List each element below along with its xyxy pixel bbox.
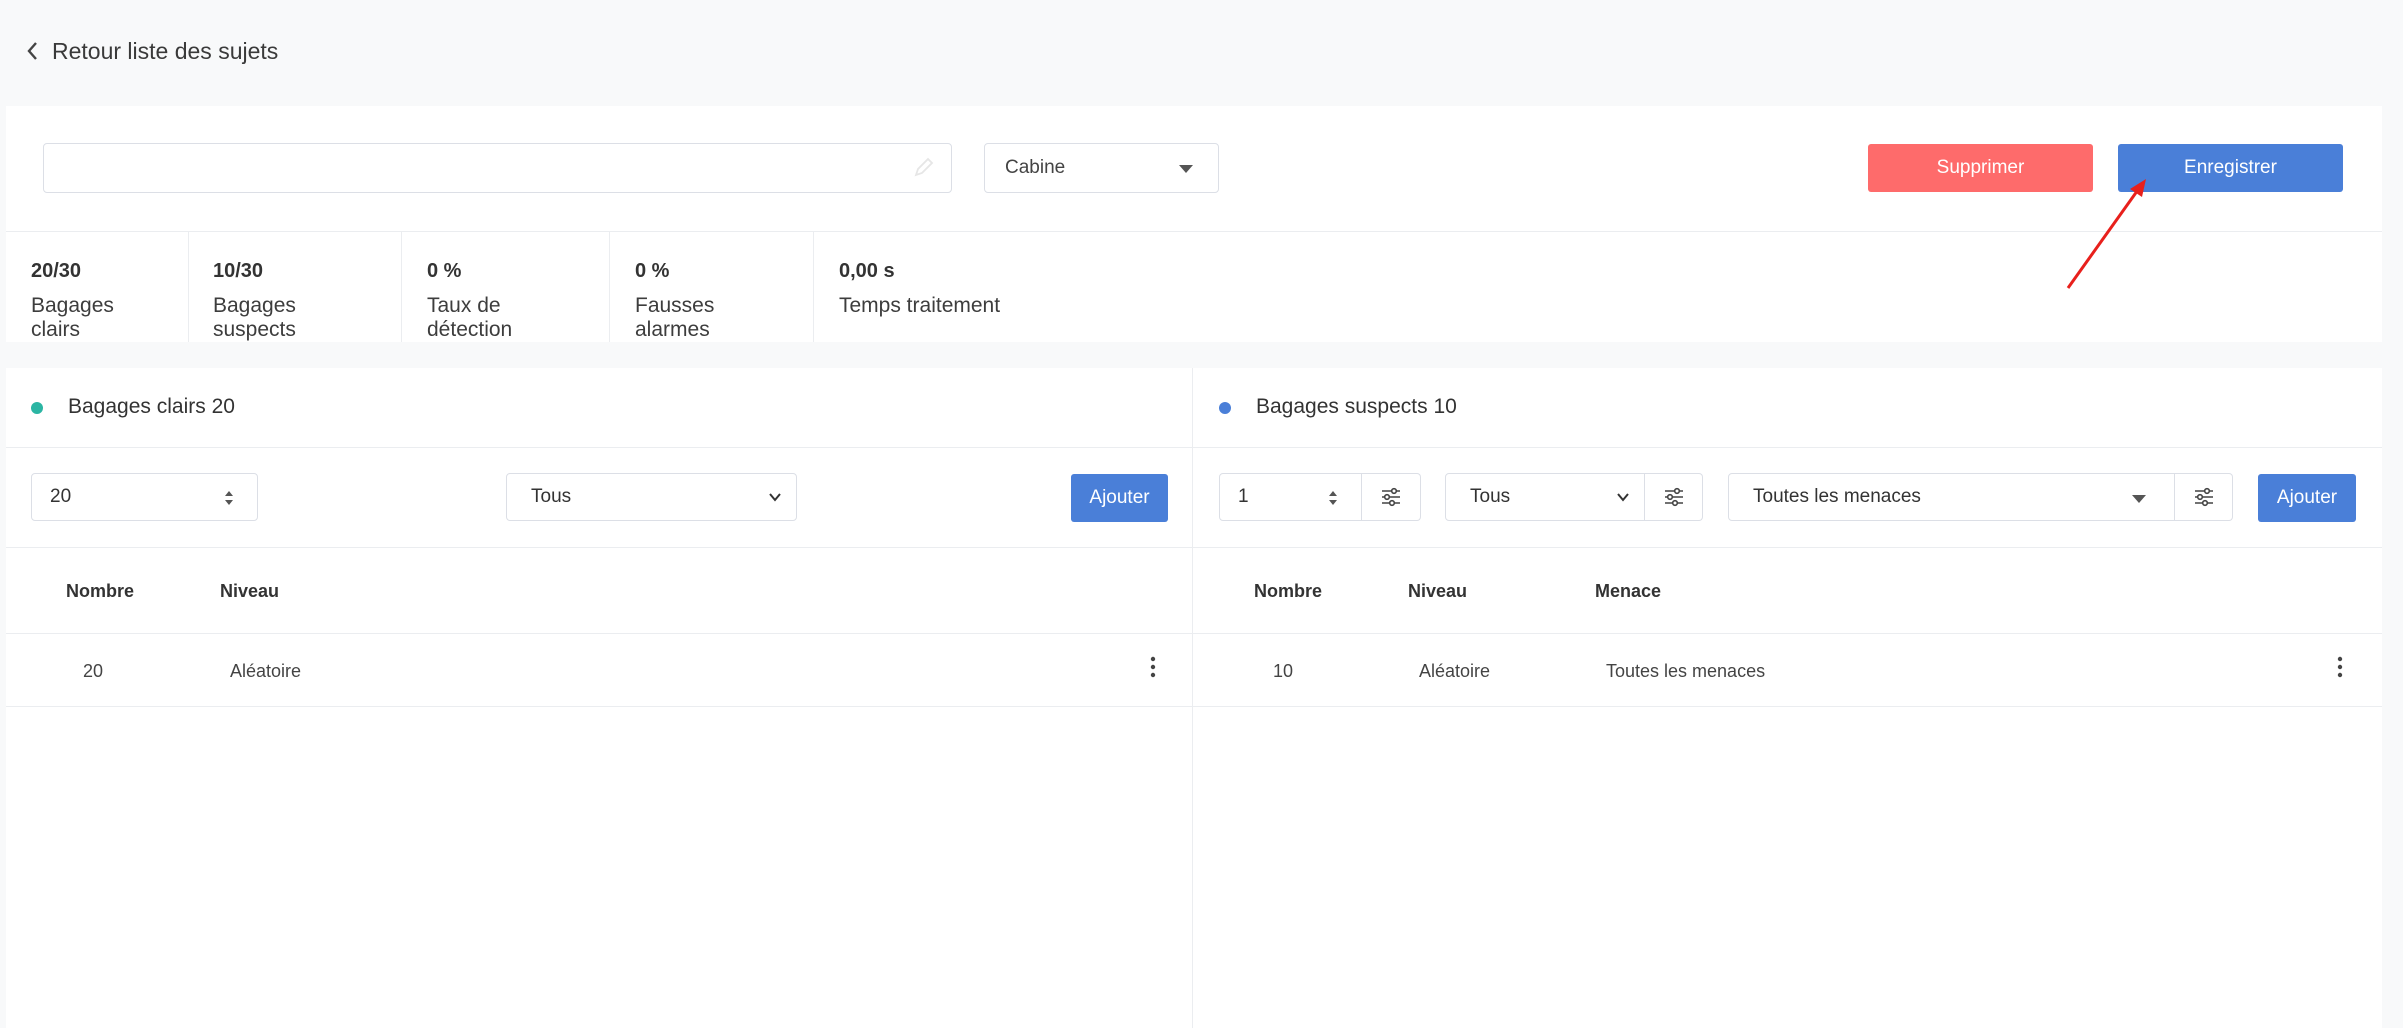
divider <box>1193 633 2382 634</box>
stat-bagages-clairs: 20/30 Bagages clairs <box>6 232 188 342</box>
caret-down-icon <box>1179 165 1193 173</box>
table-cell-nombre: 20 <box>83 661 104 681</box>
stat-value: 0 % <box>427 260 462 282</box>
stat-label: Taux de détection <box>427 294 513 341</box>
column-header-niveau: Niveau <box>220 581 280 601</box>
stat-value: 0,00 s <box>839 260 895 282</box>
pencil-icon[interactable] <box>912 155 936 179</box>
suspect-count-stepper[interactable]: 1 <box>1219 473 1362 521</box>
stat-temps-traitement: 0,00 s Temps traitement <box>814 232 1114 342</box>
divider <box>6 547 1192 548</box>
divider <box>1192 368 1193 1028</box>
table-cell-niveau: Aléatoire <box>230 661 302 681</box>
caret-down-icon <box>2132 495 2146 503</box>
save-button[interactable]: Enregistrer <box>2118 144 2343 192</box>
stat-label: Temps traitement <box>839 294 1001 317</box>
category-select[interactable]: Cabine <box>984 143 1219 193</box>
stat-label: Fausses alarmes <box>635 294 715 341</box>
threat-select[interactable]: Toutes les menaces <box>1728 473 2175 521</box>
suspect-count-value: 1 <box>1238 486 1249 507</box>
stat-label: Bagages clairs <box>31 294 114 341</box>
suspect-level-select[interactable]: Tous <box>1445 473 1645 521</box>
stepper-arrows-icon[interactable] <box>1327 488 1339 508</box>
sliders-icon <box>2194 487 2213 507</box>
suspect-bags-dot <box>1219 402 1231 414</box>
divider <box>6 633 1192 634</box>
stat-fausses-alarmes: 0 % Fausses alarmes <box>610 232 813 342</box>
suspect-bags-title: Bagages suspects 10 <box>1256 395 1457 418</box>
chevron-down-icon <box>769 493 781 502</box>
column-header-niveau: Niveau <box>1408 581 1468 601</box>
threat-filter-button[interactable] <box>2175 473 2233 521</box>
clear-count-value: 20 <box>50 486 72 507</box>
stat-label: Bagages suspects <box>213 294 296 341</box>
chevron-down-icon <box>1617 493 1629 502</box>
suspect-bags-panel <box>1193 368 2382 1028</box>
add-clear-button[interactable]: Ajouter <box>1071 474 1168 522</box>
chevron-left-icon <box>27 42 37 60</box>
count-filter-button[interactable] <box>1362 473 1421 521</box>
stat-value: 10/30 <box>213 260 264 282</box>
add-suspect-button[interactable]: Ajouter <box>2258 474 2356 522</box>
clear-level-value: Tous <box>531 486 572 507</box>
stat-bagages-suspects: 10/30 Bagages suspects <box>188 232 401 342</box>
threat-select-value: Toutes les menaces <box>1753 486 1921 507</box>
divider <box>1193 706 2382 707</box>
divider <box>1193 447 2382 448</box>
clear-count-stepper[interactable]: 20 <box>31 473 258 521</box>
sliders-icon <box>1382 487 1400 507</box>
table-cell-niveau: Aléatoire <box>1419 661 1491 681</box>
divider <box>1193 547 2382 548</box>
annotation-arrow-icon <box>2066 179 2146 289</box>
category-select-value: Cabine <box>1005 157 1066 178</box>
sliders-icon <box>1664 487 1683 507</box>
stepper-arrows-icon[interactable] <box>223 488 235 508</box>
back-link-label: Retour liste des sujets <box>52 37 279 64</box>
clear-level-select[interactable]: Tous <box>506 473 797 521</box>
column-header-nombre: Nombre <box>66 581 135 601</box>
kebab-menu-icon[interactable] <box>2337 656 2343 678</box>
table-cell-nombre: 10 <box>1273 661 1294 681</box>
column-header-menace: Menace <box>1595 581 1662 601</box>
back-link[interactable]: Retour liste des sujets <box>26 34 278 68</box>
stat-value: 20/30 <box>31 260 82 282</box>
stat-taux-detection: 0 % Taux de détection <box>402 232 609 342</box>
divider <box>6 447 1192 448</box>
clear-bags-title: Bagages clairs 20 <box>68 395 235 418</box>
level-filter-button[interactable] <box>1645 473 1703 521</box>
table-cell-menace: Toutes les menaces <box>1606 661 1766 681</box>
column-header-nombre: Nombre <box>1254 581 1323 601</box>
divider <box>6 706 1192 707</box>
clear-bags-dot <box>31 402 43 414</box>
clear-bags-panel <box>6 368 1192 1028</box>
suspect-level-value: Tous <box>1470 486 1511 507</box>
stat-value: 0 % <box>635 260 670 282</box>
subject-title-input[interactable] <box>43 143 952 193</box>
kebab-menu-icon[interactable] <box>1150 656 1156 678</box>
